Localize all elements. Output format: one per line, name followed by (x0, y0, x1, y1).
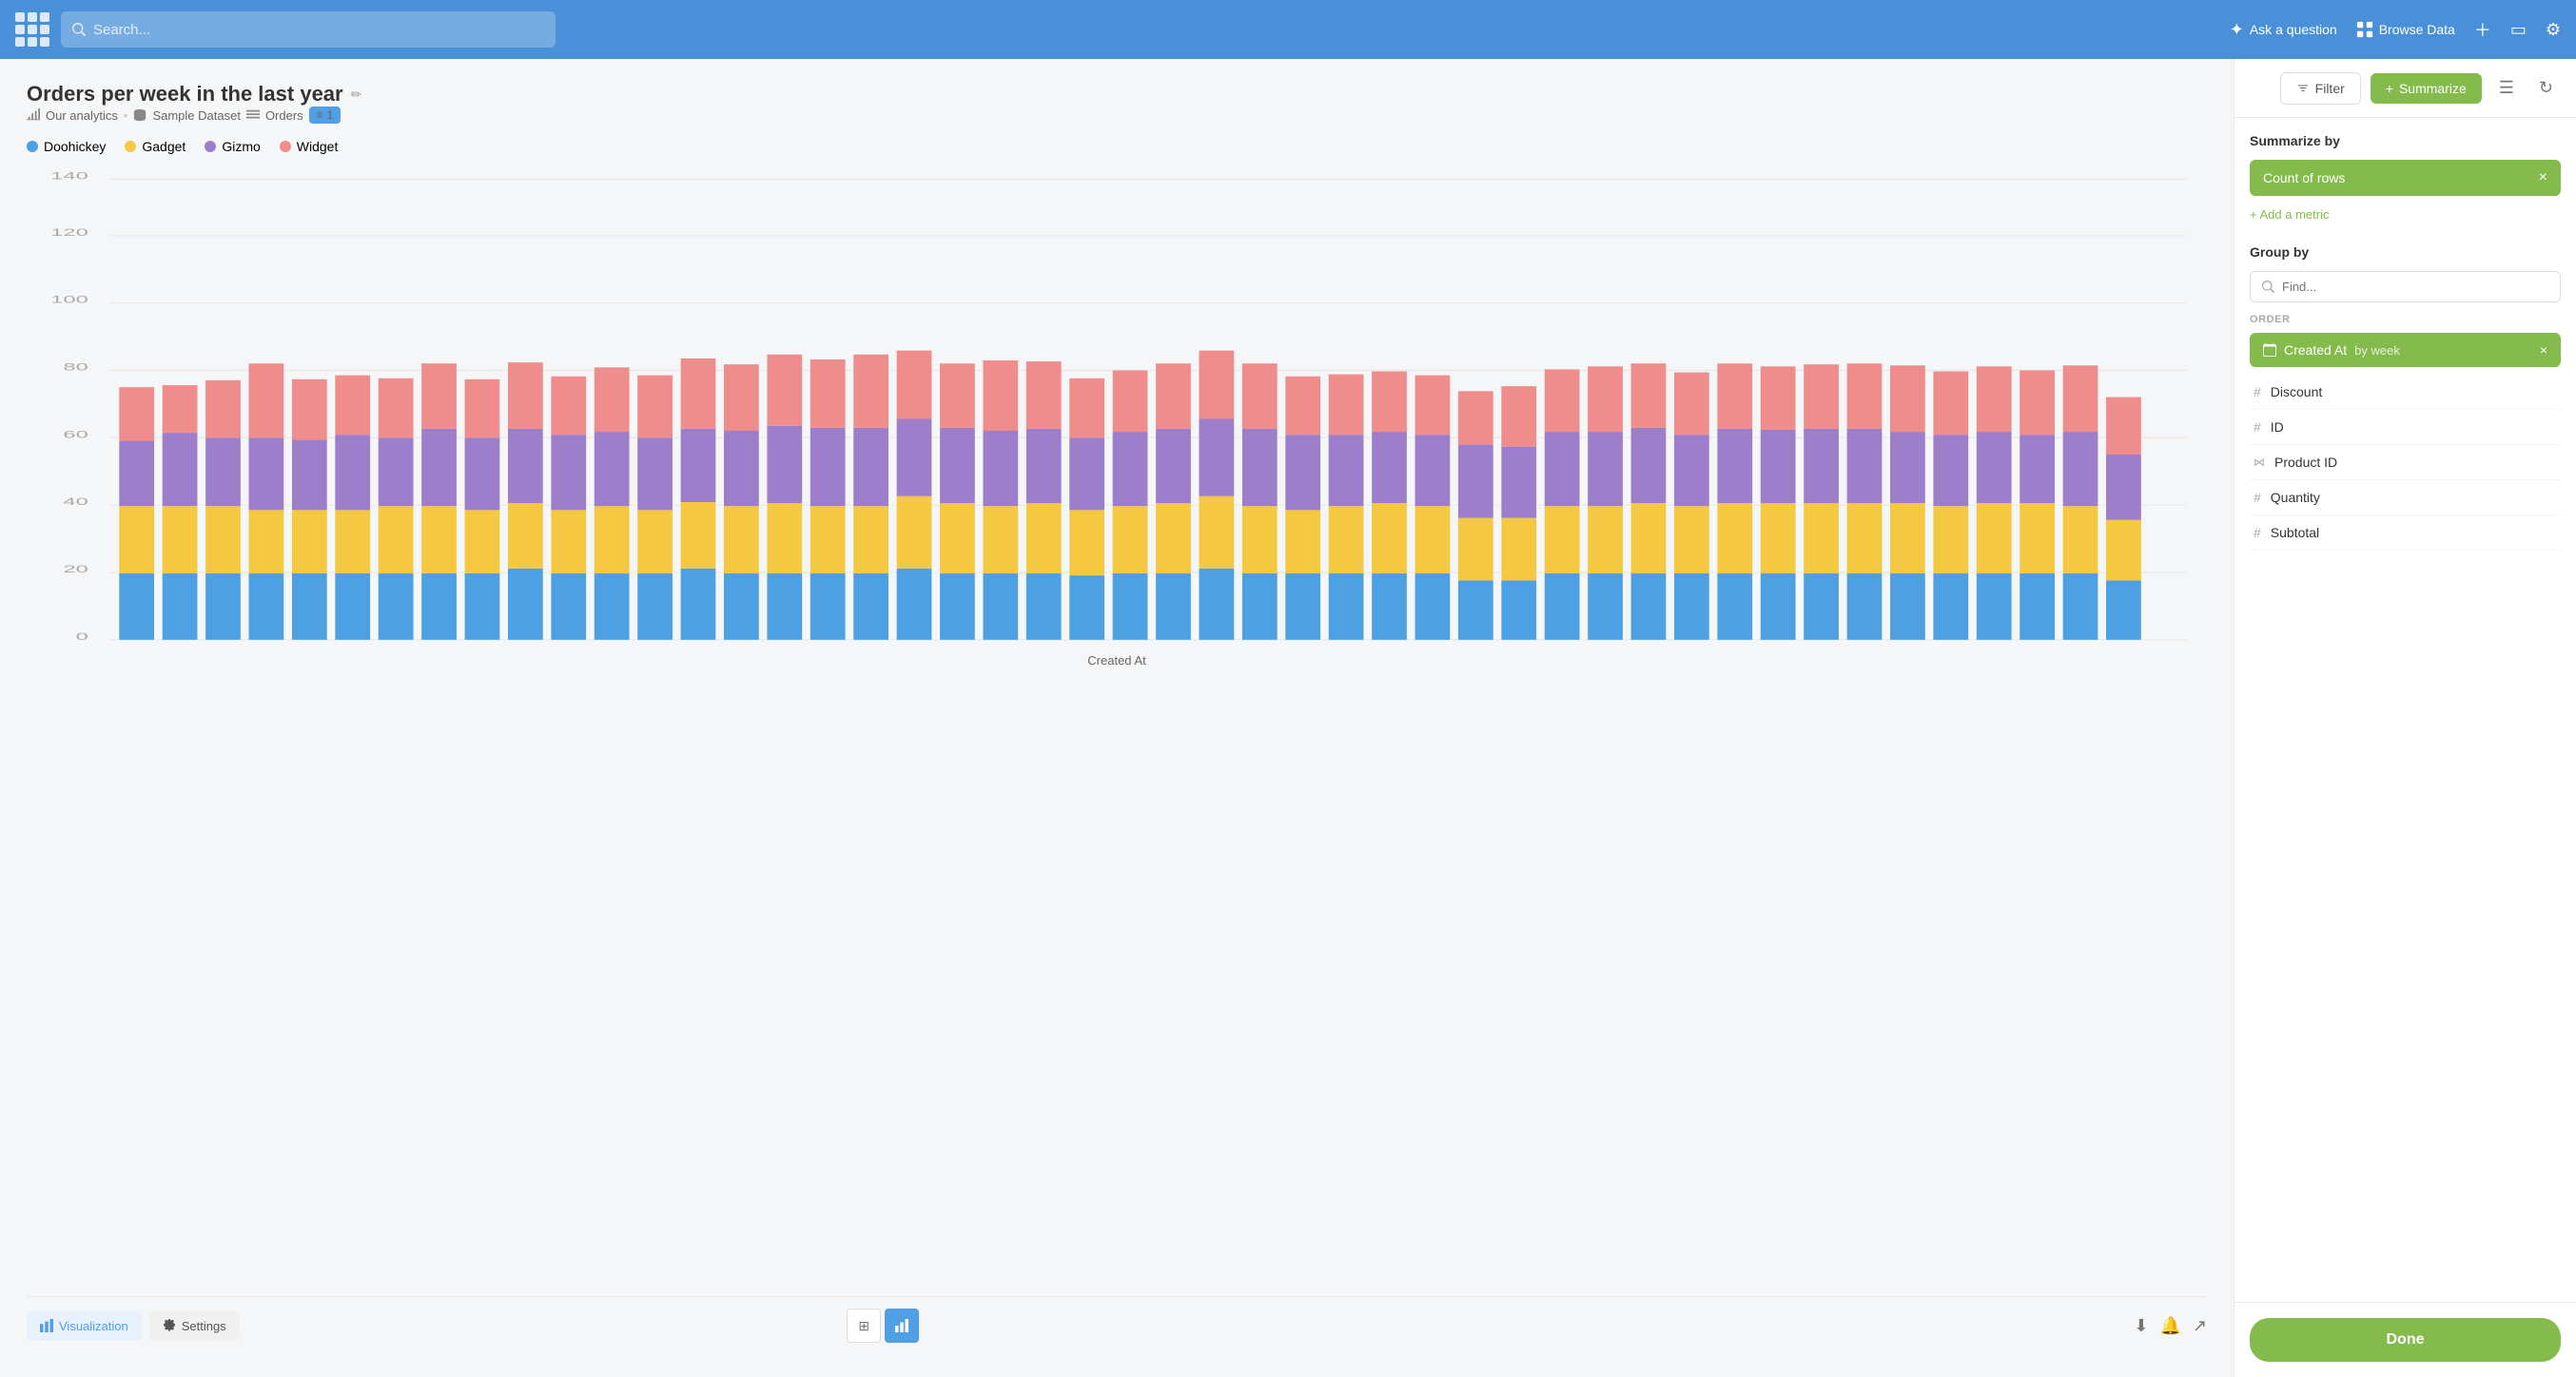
chart-legend: Doohickey Gadget Gizmo Widget (27, 139, 2207, 154)
sort-icon-button[interactable]: ☰ (2491, 70, 2522, 106)
settings-icon[interactable]: ⚙ (2546, 20, 2561, 40)
group-item-product-id[interactable]: ⋈ Product ID (2250, 445, 2561, 480)
bar-chart: 0 20 40 60 80 100 120 140 (27, 169, 2207, 645)
svg-text:0: 0 (76, 630, 88, 642)
hash-icon-discount: # (2254, 384, 2261, 399)
dataset-icon (133, 108, 146, 122)
bookmark-icon[interactable]: ▭ (2510, 20, 2527, 40)
remove-metric-button[interactable]: × (2539, 169, 2547, 186)
group-item-quantity[interactable]: # Quantity (2250, 480, 2561, 515)
bottom-actions: ⬇ 🔔 ↗ (2134, 1316, 2207, 1336)
refresh-button[interactable]: ↻ (2531, 70, 2561, 106)
search-input[interactable] (93, 22, 544, 38)
edit-title-icon[interactable]: ✏ (351, 87, 362, 103)
group-by-search-input[interactable] (2282, 280, 2548, 294)
legend-dot-widget (280, 141, 291, 152)
download-button[interactable]: ⬇ (2134, 1316, 2148, 1336)
action-bar: Filter + Summarize ☰ ↻ (2234, 59, 2576, 118)
created-at-group-chip[interactable]: Created At by week × (2250, 333, 2561, 367)
find-icon (2262, 281, 2274, 293)
order-label: ORDER (2250, 314, 2561, 325)
right-panel: Filter + Summarize ☰ ↻ Summarize by Coun… (2234, 59, 2576, 1377)
hash-icon-quantity: # (2254, 490, 2261, 505)
group-by-search[interactable] (2250, 271, 2561, 302)
group-item-id[interactable]: # ID (2250, 410, 2561, 445)
svg-text:40: 40 (63, 495, 88, 508)
breadcrumb-dataset[interactable]: Sample Dataset (152, 108, 241, 123)
x-axis-label: Created At (27, 653, 2207, 668)
add-icon[interactable]: ＋ (2474, 17, 2491, 42)
hash-icon-subtotal: # (2254, 525, 2261, 540)
remove-group-button[interactable]: × (2540, 342, 2547, 358)
visualization-button[interactable]: Visualization (27, 1311, 142, 1341)
legend-widget: Widget (280, 139, 339, 154)
panel-content: Summarize by Count of rows × + Add a met… (2234, 118, 2576, 1302)
legend-doohickey: Doohickey (27, 139, 106, 154)
group-item-subtotal[interactable]: # Subtotal (2250, 515, 2561, 551)
calendar-icon (2263, 343, 2276, 357)
ask-question-link[interactable]: ✦ Ask a question (2230, 20, 2337, 40)
legend-gadget: Gadget (125, 139, 185, 154)
chart-type-selector: ⊞ (847, 1309, 919, 1343)
svg-text:60: 60 (63, 428, 88, 440)
search-bar[interactable] (61, 11, 556, 48)
analytics-icon (27, 108, 40, 122)
group-by-title: Group by (2250, 244, 2561, 260)
svg-text:140: 140 (50, 169, 88, 182)
page-title: Orders per week in the last year (27, 82, 343, 107)
summarize-by-title: Summarize by (2250, 133, 2561, 148)
svg-text:20: 20 (63, 563, 88, 575)
chart-panel: Orders per week in the last year ✏ Our a… (0, 59, 2234, 1377)
summarize-button[interactable]: + Summarize (2371, 73, 2482, 104)
legend-dot-gizmo (205, 141, 216, 152)
filter-badge[interactable]: ≡ 1 (309, 107, 342, 124)
breadcrumb-table[interactable]: Orders (265, 108, 303, 123)
filter-button[interactable]: Filter (2280, 72, 2361, 105)
fk-icon-product: ⋈ (2254, 456, 2265, 469)
legend-dot-doohickey (27, 141, 38, 152)
done-section: Done (2234, 1302, 2576, 1377)
breadcrumb-analytics[interactable]: Our analytics (46, 108, 118, 123)
app-logo (15, 12, 49, 47)
header-actions: ✦ Ask a question Browse Data ＋ ▭ ⚙ (2230, 17, 2561, 42)
breadcrumb: Our analytics • Sample Dataset Orders ≡ … (27, 107, 2207, 124)
count-of-rows-chip[interactable]: Count of rows × (2250, 160, 2561, 196)
legend-gizmo: Gizmo (205, 139, 260, 154)
app-header: ✦ Ask a question Browse Data ＋ ▭ ⚙ (0, 0, 2576, 59)
bottom-toolbar: Visualization Settings ⊞ ⬇ 🔔 (27, 1296, 2207, 1354)
group-by-section: Group by ORDER Created At by wee (2250, 244, 2561, 551)
filter-icon (2296, 82, 2310, 95)
share-button[interactable]: ↗ (2193, 1316, 2207, 1336)
table-icon (246, 108, 260, 122)
alert-button[interactable]: 🔔 (2159, 1316, 2180, 1336)
chart-container: 0 20 40 60 80 100 120 140 (27, 169, 2207, 1281)
group-item-discount[interactable]: # Discount (2250, 375, 2561, 410)
summarize-by-section: Summarize by Count of rows × + Add a met… (2250, 133, 2561, 237)
title-row: Orders per week in the last year ✏ (27, 82, 2207, 107)
settings-button[interactable]: Settings (149, 1311, 240, 1341)
hash-icon-id: # (2254, 419, 2261, 435)
done-button[interactable]: Done (2250, 1318, 2561, 1362)
browse-data-link[interactable]: Browse Data (2356, 21, 2455, 38)
legend-dot-gadget (125, 141, 136, 152)
svg-text:80: 80 (63, 360, 88, 373)
search-icon (72, 23, 86, 36)
bar-chart-icon (40, 1319, 53, 1332)
browse-data-icon (2356, 21, 2373, 38)
add-metric-button[interactable]: + Add a metric (2250, 204, 2561, 237)
svg-text:120: 120 (50, 225, 88, 238)
bar-chart-view-button[interactable] (885, 1309, 919, 1343)
svg-text:100: 100 (50, 293, 88, 305)
table-view-button[interactable]: ⊞ (847, 1309, 881, 1343)
settings-gear-icon (163, 1319, 176, 1332)
